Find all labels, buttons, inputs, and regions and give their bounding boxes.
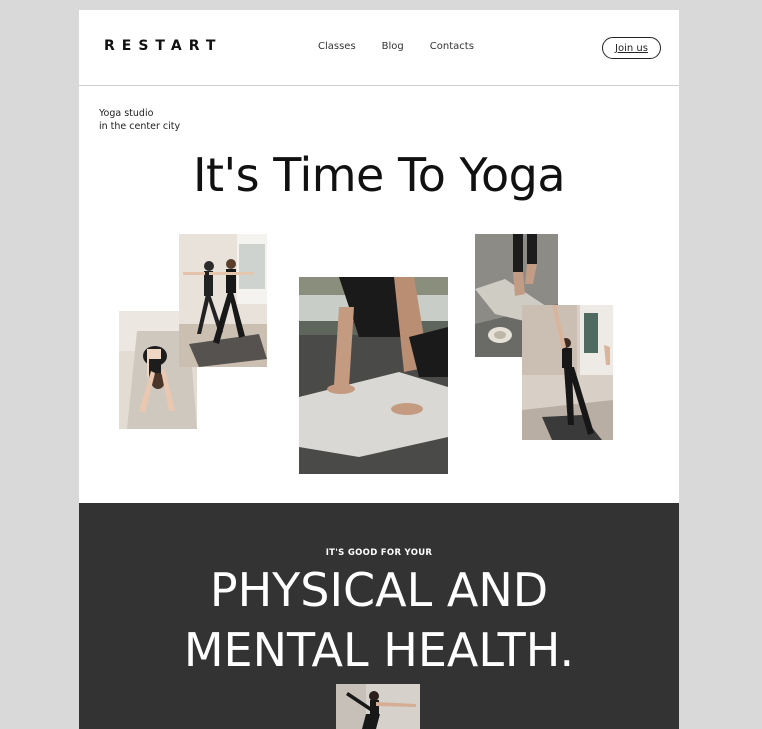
site-logo[interactable]: RESTART	[104, 38, 222, 54]
nav-link-classes[interactable]: Classes	[318, 41, 356, 52]
join-us-button[interactable]: Join us	[602, 37, 661, 59]
nav-link-contacts[interactable]: Contacts	[430, 41, 474, 52]
yoga-photo-standing-split	[336, 684, 420, 729]
benefits-eyebrow: IT'S GOOD FOR YOUR	[325, 548, 433, 558]
tagline-line-1: Yoga studio	[99, 108, 154, 119]
site-header: RESTART Classes Blog Contacts Join us	[79, 10, 679, 86]
page-container: RESTART Classes Blog Contacts Join us Yo…	[79, 10, 679, 729]
tagline-line-2: in the center city	[99, 121, 181, 132]
yoga-photo-dancer-pose	[522, 305, 613, 440]
nav-link-blog[interactable]: Blog	[382, 41, 404, 52]
benefits-heading-line-2: MENTAL HEALTH.	[183, 623, 575, 677]
hero-title: It's Time To Yoga	[192, 148, 566, 202]
hero-tagline: Yoga studio in the center city	[99, 107, 180, 133]
main-nav: Classes Blog Contacts	[318, 41, 500, 52]
yoga-photo-warrior-pair	[179, 234, 267, 367]
benefits-heading-line-1: PHYSICAL AND	[209, 563, 549, 617]
yoga-photo-plank	[299, 277, 448, 474]
benefits-section: IT'S GOOD FOR YOUR PHYSICAL AND MENTAL H…	[79, 503, 679, 729]
